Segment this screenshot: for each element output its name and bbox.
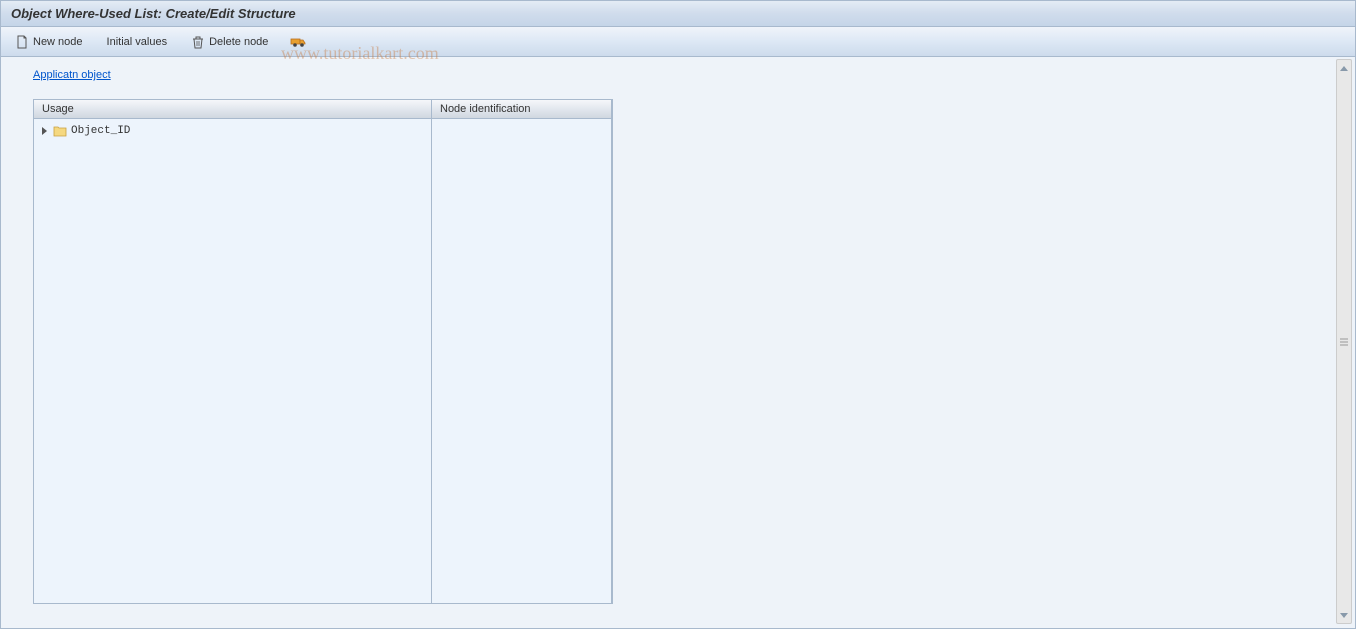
chevron-up-icon	[1340, 66, 1348, 71]
initial-values-button[interactable]: Initial values	[103, 34, 172, 50]
delete-node-button[interactable]: Delete node	[187, 33, 272, 51]
node-body	[432, 119, 611, 127]
folder-icon	[53, 125, 67, 137]
app-window: Object Where-Used List: Create/Edit Stru…	[0, 0, 1356, 629]
new-node-button[interactable]: New node	[11, 33, 87, 51]
delete-node-label: Delete node	[209, 36, 268, 48]
tree-item[interactable]: Object_ID	[38, 123, 427, 139]
toolbar: New node Initial values Delete node	[1, 27, 1355, 57]
node-id-header[interactable]: Node identification	[432, 100, 611, 119]
expand-icon[interactable]	[42, 127, 47, 135]
application-object-link[interactable]: Applicatn object	[33, 69, 111, 81]
scroll-down-button[interactable]	[1337, 608, 1351, 622]
tree-body: Object_ID	[34, 119, 431, 143]
trash-icon	[191, 35, 205, 49]
scroll-grip[interactable]	[1340, 338, 1348, 345]
tree-item-label: Object_ID	[71, 125, 130, 137]
title-bar: Object Where-Used List: Create/Edit Stru…	[1, 1, 1355, 27]
usage-column: Usage Object_ID	[34, 100, 432, 603]
tree-panel: Usage Object_ID Node identification	[33, 99, 613, 604]
document-icon	[15, 35, 29, 49]
content-area: Applicatn object Usage Object_ID	[1, 57, 1355, 628]
page-title: Object Where-Used List: Create/Edit Stru…	[11, 6, 296, 21]
usage-header[interactable]: Usage	[34, 100, 431, 119]
vertical-scrollbar[interactable]	[1336, 59, 1352, 624]
scroll-up-button[interactable]	[1337, 61, 1351, 75]
chevron-down-icon	[1340, 613, 1348, 618]
new-node-label: New node	[33, 36, 83, 48]
initial-values-label: Initial values	[107, 36, 168, 48]
transport-button[interactable]	[286, 33, 312, 51]
truck-icon	[290, 35, 308, 49]
link-section: Applicatn object	[33, 69, 1327, 81]
node-identification-column: Node identification	[432, 100, 612, 603]
